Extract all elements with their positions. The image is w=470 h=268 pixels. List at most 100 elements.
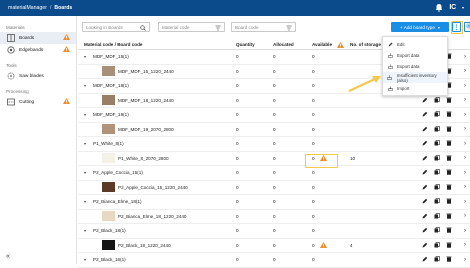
copy-button[interactable]	[434, 97, 440, 104]
table-row[interactable]: P2_Apple_Coccia_15_1220_2440000›	[78, 181, 470, 196]
delete-button[interactable]	[446, 140, 452, 147]
edgebands-icon	[6, 46, 15, 55]
sidebar-item-cutting[interactable]: Cutting	[0, 96, 76, 108]
chevron-right-icon[interactable]: ›	[464, 210, 466, 224]
table-group-row[interactable]: ▾P2_Bianca_Elme_18(1)000›	[78, 195, 470, 210]
chevron-right-icon[interactable]: ›	[464, 239, 466, 253]
table-row[interactable]: P1_White_8_2070_280000010›	[78, 152, 470, 167]
edit-button[interactable]	[422, 242, 428, 249]
edit-button[interactable]	[422, 155, 428, 162]
table-row[interactable]: P2_Black_18_1220_24400004›	[78, 239, 470, 254]
menu-item-export-data-2[interactable]: Export data	[383, 61, 447, 72]
table-row[interactable]: P2_Bianca_Elme_18_1220_2440000›	[78, 210, 470, 225]
delete-button[interactable]	[446, 169, 452, 176]
delete-button[interactable]	[446, 256, 452, 263]
header-available[interactable]: Available	[312, 40, 344, 49]
copy-button[interactable]	[434, 242, 440, 249]
chevron-right-icon[interactable]: ›	[464, 195, 466, 209]
breadcrumb-separator: /	[50, 5, 51, 11]
edit-button[interactable]	[422, 184, 428, 191]
breadcrumb-app[interactable]: materialManager	[8, 5, 47, 11]
delete-button[interactable]	[446, 184, 452, 191]
table-group-row[interactable]: ▾P2_Black_18(1)000›	[78, 224, 470, 239]
chevron-down-icon[interactable]: ▾	[84, 199, 90, 204]
collapse-sidebar-button[interactable]: «	[6, 253, 10, 260]
chevron-right-icon[interactable]: ›	[464, 152, 466, 166]
chevron-right-icon[interactable]: ›	[464, 253, 466, 267]
delete-button[interactable]	[446, 213, 452, 220]
bell-icon[interactable]	[435, 3, 443, 12]
menu-item-insufficient-inventory[interactable]: Insufficient inventory (also)	[383, 72, 447, 83]
cell-quantity: 0	[236, 253, 239, 267]
copy-button[interactable]	[434, 256, 440, 263]
copy-button[interactable]	[434, 126, 440, 133]
copy-button[interactable]	[434, 213, 440, 220]
cell-quantity: 0	[236, 166, 239, 180]
sidebar-item-boards[interactable]: Boards	[0, 32, 76, 44]
chevron-right-icon[interactable]: ›	[464, 79, 466, 93]
table-group-row[interactable]: ▾P2_Black_16(1)000›	[78, 253, 470, 268]
chevron-down-icon[interactable]: ▾	[84, 54, 90, 59]
chevron-right-icon[interactable]: ›	[464, 224, 466, 238]
more-options-button[interactable]: ⋮	[452, 22, 461, 32]
chevron-right-icon[interactable]: ›	[464, 123, 466, 137]
search-input[interactable]: Looking in Boards	[82, 22, 150, 32]
copy-button[interactable]	[434, 111, 440, 118]
chevron-right-icon[interactable]: ›	[464, 137, 466, 151]
delete-button[interactable]	[446, 126, 452, 133]
sidebar-item-edgebands[interactable]: Edgebands	[0, 44, 76, 56]
delete-button[interactable]	[446, 97, 452, 104]
copy-button[interactable]	[434, 169, 440, 176]
header-allocated[interactable]: Allocated	[273, 40, 294, 49]
chevron-right-icon[interactable]: ›	[464, 50, 466, 64]
table-row[interactable]: MDF_MDF_19_2070_2800000›	[78, 123, 470, 138]
delete-button[interactable]	[446, 227, 452, 234]
delete-button[interactable]	[446, 111, 452, 118]
delete-button[interactable]	[446, 242, 452, 249]
copy-button[interactable]	[434, 140, 440, 147]
chevron-down-icon[interactable]: ▾	[84, 257, 90, 262]
table-group-row[interactable]: ▾P1_White_8(1)000›	[78, 137, 470, 152]
chevron-down-icon[interactable]: ▾	[84, 141, 90, 146]
copy-button[interactable]	[434, 227, 440, 234]
board-code-filter[interactable]: Board code	[231, 22, 296, 32]
chevron-down-icon[interactable]: ▾	[84, 83, 90, 88]
menu-item-export-data[interactable]: Export data	[383, 50, 447, 61]
menu-item-edit[interactable]: Edit	[383, 39, 447, 50]
chevron-right-icon[interactable]: ›	[464, 181, 466, 195]
edit-button[interactable]	[422, 140, 428, 147]
table-group-row[interactable]: ▾P2_Apple_Coccia_15(1)000›	[78, 166, 470, 181]
edit-button[interactable]	[422, 111, 428, 118]
chevron-right-icon[interactable]: ›	[464, 65, 466, 79]
edit-button[interactable]	[422, 169, 428, 176]
header-name[interactable]: Material code / Board code	[84, 40, 142, 49]
edit-button[interactable]	[422, 256, 428, 263]
delete-button[interactable]	[446, 155, 452, 162]
chevron-down-icon[interactable]: ▾	[84, 170, 90, 175]
settings-button[interactable]	[464, 22, 470, 32]
material-code-filter[interactable]: Material code	[158, 22, 225, 32]
chevron-right-icon[interactable]: ›	[464, 166, 466, 180]
edit-button[interactable]	[422, 213, 428, 220]
chevron-down-icon[interactable]: ▾	[84, 112, 90, 117]
edit-button[interactable]	[422, 126, 428, 133]
chevron-down-icon[interactable]: ▾	[84, 228, 90, 233]
header-storage[interactable]: No. of storage	[350, 40, 381, 49]
row-name: P1_White_8(1)	[93, 141, 124, 146]
material-swatch	[102, 66, 115, 76]
add-board-type-button[interactable]: + Add board type ▾	[391, 22, 449, 32]
delete-button[interactable]	[446, 198, 452, 205]
table-group-row[interactable]: ▾MDF_MDF_19(1)000›	[78, 108, 470, 123]
menu-item-import[interactable]: Import	[383, 83, 447, 94]
chevron-right-icon[interactable]: ›	[464, 108, 466, 122]
edit-button[interactable]	[422, 198, 428, 205]
chevron-right-icon[interactable]: ›	[464, 94, 466, 108]
account-chevron-icon[interactable]: ▾	[462, 5, 464, 10]
edit-button[interactable]	[422, 227, 428, 234]
edit-button[interactable]	[422, 97, 428, 104]
copy-button[interactable]	[434, 155, 440, 162]
copy-button[interactable]	[434, 198, 440, 205]
copy-button[interactable]	[434, 184, 440, 191]
header-quantity[interactable]: Quantity	[236, 40, 255, 49]
sidebar-item-saw-blades[interactable]: Saw blades	[0, 70, 76, 82]
